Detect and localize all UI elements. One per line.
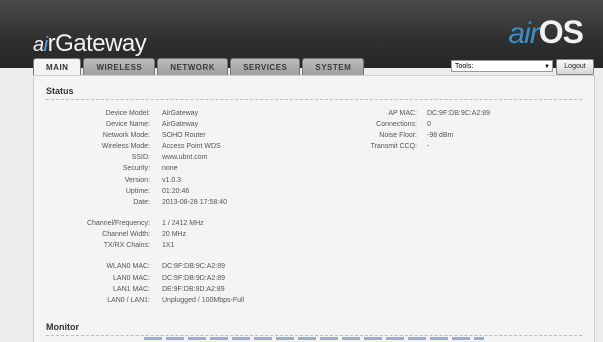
status-label: Channel Width: [102,231,150,238]
status-row: Date: 2013-08-28 17:58:40 [34,199,227,206]
status-label: Noise Floor: [379,132,417,139]
status-value: 1 / 2412 MHz [162,220,204,227]
status-value: -98 dBm [427,132,454,139]
status-value: AirGateway [162,110,199,117]
status-label: LAN0 MAC: [113,275,150,282]
airos-logo: airOS [508,14,584,50]
status-row: Uptime: 01:20:46 [34,188,189,195]
chevron-down-icon: ▼ [544,64,550,70]
status-label: WLAN0 MAC: [106,263,150,270]
status-value: 20 MHz [162,231,187,238]
status-label: Version: [124,177,150,184]
status-row: WLAN0 MAC: DC:9F:DB:9C:A2:89 [34,263,225,270]
status-row: Version: v1.0.3 [34,177,181,184]
status-value: 2013-08-28 17:58:40 [162,199,227,206]
status-row: Channel/Frequency: 1 / 2412 MHz [34,220,204,227]
status-value: none [162,165,178,172]
status-label: Device Name: [106,121,150,128]
status-label: LAN0 / LAN1: [107,297,150,304]
status-row: AP MAC: DC:9F:DB:9C:A2:89 [334,110,490,117]
tools-dropdown[interactable]: Tools: ▼ [451,60,553,72]
status-label: Date: [133,199,150,206]
status-row: Wireless Mode: Access Point WDS [34,143,221,150]
status-value: DC:9F:DB:9D:A2:89 [162,275,226,282]
status-label: TX/RX Chains: [103,242,150,249]
status-value: 01:20:46 [162,188,190,195]
status-value: SOHO Router [162,132,206,139]
status-label: Channel/Frequency: [86,220,150,227]
status-value: Access Point WDS [162,143,221,150]
status-value: v1.0.3 [162,177,182,184]
status-label: SSID: [131,154,150,161]
main-tabs: MAIN WIRELESS NETWORK SERVICES SYSTEM [33,58,366,77]
status-row: LAN0 / LAN1: Unplugged / 100Mbps-Full [34,297,244,304]
status-row: Device Name: AirGateway [34,121,198,128]
status-label: Device Model: [105,110,150,117]
status-row: Channel Width: 20 MHz [34,231,186,238]
monitor-section-title: Monitor [46,322,79,332]
tab-wireless[interactable]: WIRELESS [83,58,156,76]
status-value: DE:9F:DB:9D:A2:89 [162,286,225,293]
status-value: AirGateway [162,121,199,128]
status-row: SSID: www.ubnt.com [34,154,208,161]
status-row: Connections: 0 [334,121,431,128]
status-row: Noise Floor: -98 dBm [334,132,453,139]
status-divider [46,99,582,100]
status-row: Device Model: AirGateway [34,110,199,117]
status-value: Unplugged / 100Mbps-Full [162,297,245,304]
logout-button[interactable]: Logout [556,59,594,75]
tab-system[interactable]: SYSTEM [302,58,365,76]
status-label: Transmit CCQ: [370,143,417,150]
status-value: 0 [427,121,431,128]
status-label: Security: [122,165,150,172]
tab-services[interactable]: SERVICES [230,58,301,76]
status-value: DC:9F:DB:9C:A2:89 [162,263,226,270]
status-row: LAN0 MAC: DC:9F:DB:9D:A2:89 [34,275,225,282]
main-panel: Status Device Model: AirGateway Device Nam… [33,75,595,342]
status-row: Security: none [34,165,178,172]
airgateway-logo: airGateway [33,30,147,57]
status-label: Uptime: [125,188,150,195]
status-row: TX/RX Chains: 1X1 [34,242,175,249]
status-label: Connections: [376,121,417,128]
status-label: Wireless Mode: [101,143,150,150]
status-value: - [427,143,430,150]
monitor-links-row [144,337,484,340]
status-section-title: Status [46,86,74,96]
monitor-divider [46,335,582,336]
status-label: Network Mode: [102,132,150,139]
status-row: LAN1 MAC: DE:9F:DB:9D:A2:89 [34,286,225,293]
status-row: Transmit CCQ: - [334,143,430,150]
tools-dropdown-value: Tools: [455,63,474,70]
status-value: DC:9F:DB:9C:A2:89 [427,110,491,117]
status-value: www.ubnt.com [162,154,208,161]
status-value: 1X1 [162,242,175,249]
tab-network[interactable]: NETWORK [157,58,229,76]
status-row: Network Mode: SOHO Router [34,132,206,139]
status-label: LAN1 MAC: [113,286,150,293]
status-label: AP MAC: [388,110,417,117]
